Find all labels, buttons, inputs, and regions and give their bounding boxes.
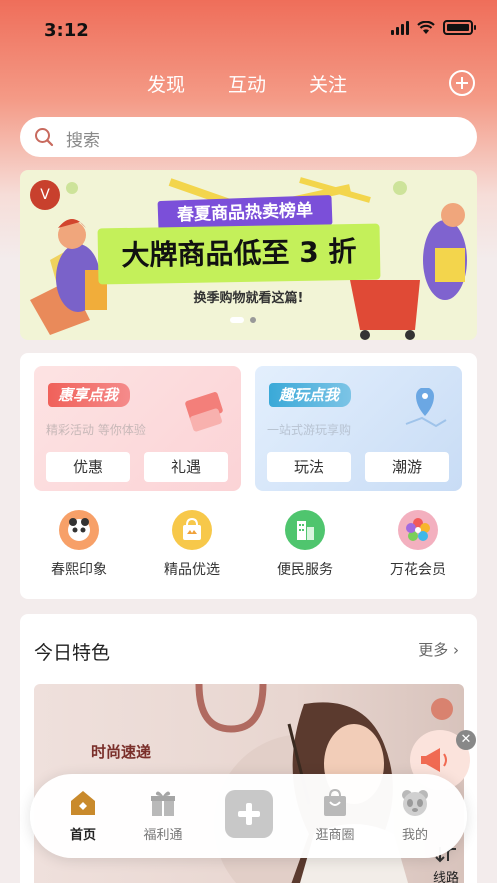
cellular-signal-icon — [391, 20, 409, 35]
tab-label: 逛商圈 — [315, 828, 355, 843]
quick-link-premium[interactable]: 精品优选 — [142, 510, 242, 579]
quick-link-label: 春熙印象 — [51, 562, 107, 578]
promo-title: 趣玩点我 — [269, 383, 352, 407]
quick-link-chunxi[interactable]: 春熙印象 — [29, 510, 129, 579]
home-icon — [68, 788, 98, 818]
banner-pagination — [230, 317, 256, 323]
pagination-dot — [250, 317, 256, 323]
tab-label: 我的 — [401, 828, 428, 843]
quick-link-label: 精品优选 — [164, 562, 220, 578]
battery-icon — [443, 20, 476, 35]
more-link[interactable]: 更多 › — [418, 639, 459, 660]
flower-icon — [398, 510, 438, 550]
promo-card-fun[interactable]: 趣玩点我 一站式游玩享购 玩法 潮游 — [255, 366, 462, 491]
chevron-right-icon: › — [453, 641, 459, 659]
trend-travel-button[interactable]: 潮游 — [365, 452, 449, 482]
tab-mine[interactable]: 我的 — [380, 788, 450, 843]
plus-circle-icon[interactable] — [449, 70, 475, 96]
shopping-bag-icon — [172, 510, 212, 550]
tab-home[interactable]: 首页 — [48, 788, 118, 843]
coupon-icon — [185, 392, 223, 432]
banner-title: 大牌商品低至 3 折 — [97, 223, 381, 285]
promo-desc: 精彩活动 等你体验 — [46, 423, 146, 437]
status-icons — [391, 20, 476, 35]
promo-card-benefits[interactable]: 惠享点我 精彩活动 等你体验 优惠 礼遇 — [34, 366, 241, 491]
tab-label: 首页 — [69, 828, 96, 843]
gift-icon — [148, 788, 178, 818]
quick-link-label: 便民服务 — [277, 562, 333, 578]
building-icon — [285, 510, 325, 550]
bag-icon — [320, 788, 350, 818]
feature-text: 时尚速递 — [91, 743, 152, 761]
search-bar[interactable]: 搜索 — [20, 117, 477, 157]
pagination-dot-active — [230, 317, 244, 323]
search-icon — [35, 128, 54, 147]
section-title: 今日特色 — [34, 642, 111, 664]
panda-icon — [59, 510, 99, 550]
more-label: 更多 — [418, 641, 449, 659]
tab-shopping-district[interactable]: 逛商圈 — [300, 788, 370, 843]
plus-center-icon[interactable] — [225, 790, 273, 838]
search-placeholder: 搜索 — [66, 131, 100, 151]
tab-follow[interactable]: 关注 — [309, 70, 347, 97]
tab-welfare[interactable]: 福利通 — [128, 788, 198, 843]
status-time: 3:12 — [44, 20, 89, 41]
tab-label: 福利通 — [143, 828, 183, 843]
promo-desc: 一站式游玩享购 — [267, 423, 352, 437]
bottom-tab-bar: 首页 福利通 逛商圈 我的 — [30, 774, 467, 858]
top-nav: 发现 互动 关注 — [0, 68, 497, 100]
wifi-icon — [417, 20, 435, 34]
promo-title: 惠享点我 — [48, 383, 131, 407]
route-label: 线路 — [432, 871, 459, 883]
status-bar: 3:12 — [0, 0, 497, 60]
quick-link-services[interactable]: 便民服务 — [255, 510, 355, 579]
tab-discover[interactable]: 发现 — [147, 70, 185, 97]
brand-logo: ᐯ — [30, 180, 60, 210]
services-card: 惠享点我 精彩活动 等你体验 优惠 礼遇 趣玩点我 一站式游玩享购 玩法 潮游 … — [20, 353, 477, 599]
quick-link-membership[interactable]: 万花会员 — [368, 510, 468, 579]
gifts-button[interactable]: 礼遇 — [144, 452, 228, 482]
discount-button[interactable]: 优惠 — [46, 452, 130, 482]
map-pin-icon — [405, 388, 447, 428]
quick-link-label: 万花会员 — [390, 562, 446, 578]
tab-interact[interactable]: 互动 — [228, 70, 266, 97]
close-icon[interactable]: ✕ — [456, 730, 476, 750]
banner-caption: 换季购物就看这篇! — [193, 291, 304, 306]
play-button[interactable]: 玩法 — [267, 452, 351, 482]
panda-face-icon — [400, 788, 430, 818]
promo-banner[interactable]: ᐯ 春夏商品热卖榜单 大牌商品低至 3 折 换季购物就看这篇! — [20, 170, 477, 340]
